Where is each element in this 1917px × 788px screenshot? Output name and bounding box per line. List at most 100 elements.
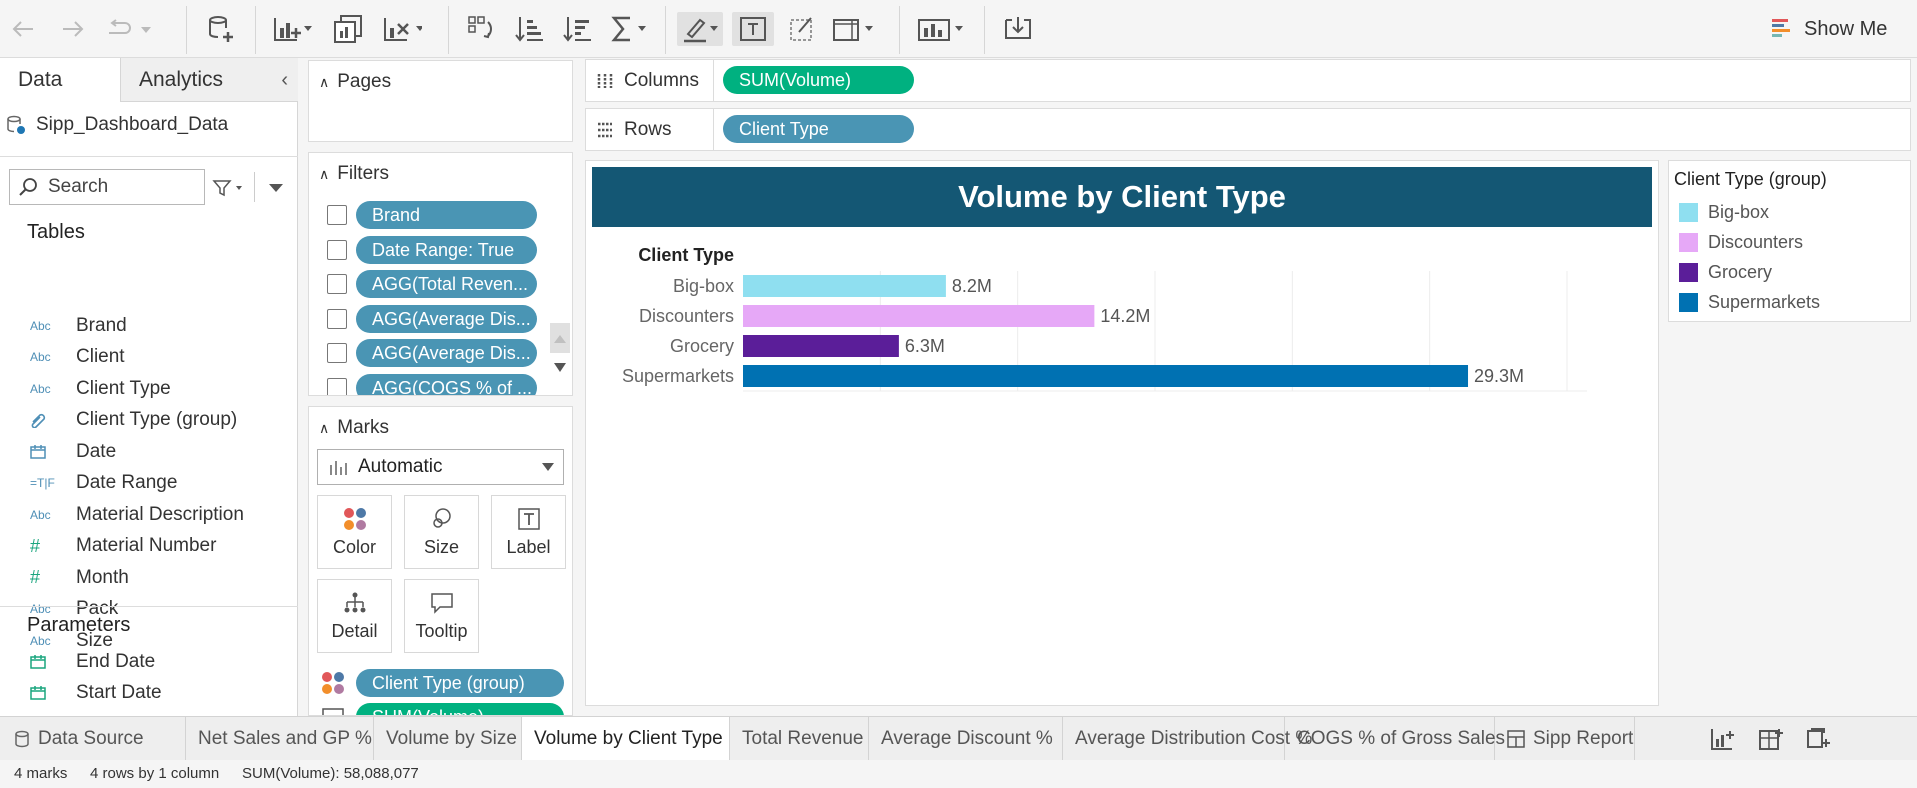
undo-icon[interactable] <box>10 12 36 46</box>
sort-ascending-icon[interactable] <box>514 12 546 46</box>
rows-pill[interactable]: Client Type <box>723 115 914 143</box>
filter-pill[interactable]: Brand <box>356 201 537 229</box>
bar-chart: Client Type Big-box 8.2M Discounters 14.2M Gr… <box>622 245 1587 392</box>
tooltip-button[interactable]: Tooltip <box>404 579 479 653</box>
field-brand[interactable]: Abc Brand <box>0 310 298 341</box>
highlight-icon[interactable] <box>677 12 723 46</box>
label-icon <box>517 508 540 530</box>
sheet-tab[interactable]: Average Discount % <box>869 717 1063 761</box>
field-client-type-group[interactable]: Client Type (group) <box>0 405 298 436</box>
replay-icon[interactable] <box>104 12 154 46</box>
legend-label: Supermarkets <box>1708 291 1821 312</box>
tab-analytics[interactable]: Analytics ‹ <box>120 58 298 102</box>
data-label: 8.2M <box>952 276 992 296</box>
filters-scrollbar-thumb[interactable] <box>550 323 570 353</box>
new-story-icon[interactable] <box>1806 727 1832 751</box>
parameter-start-date[interactable]: Start Date <box>0 677 298 708</box>
duplicate-sheet-icon[interactable] <box>332 12 364 46</box>
field-material-description[interactable]: Abc Material Description <box>0 499 298 530</box>
view-area[interactable]: Volume by Client Type Client Type Big-box… <box>585 160 1659 706</box>
parameter-end-date[interactable]: End Date <box>0 646 298 677</box>
legend-item[interactable]: Supermarkets <box>1679 291 1820 313</box>
show-me-button[interactable]: Show Me <box>1772 12 1892 46</box>
status-bar: 4 marks 4 rows by 1 column SUM(Volume): … <box>0 760 1917 788</box>
marks-card[interactable]: ∧ Marks Automatic Color Size Label Detail… <box>308 406 573 716</box>
tab-data-source[interactable]: Data Source <box>0 717 186 761</box>
field-client-type[interactable]: Abc Client Type <box>0 373 298 404</box>
bar[interactable] <box>743 305 1095 327</box>
field-month[interactable]: # Month <box>0 562 298 593</box>
columns-pill[interactable]: SUM(Volume) <box>723 66 914 94</box>
sheet-tab[interactable]: Volume by Size <box>374 717 522 761</box>
sheet-tab[interactable]: Average Distribution Cost % <box>1063 717 1312 761</box>
filter-fields-button[interactable] <box>212 174 246 202</box>
field-date[interactable]: Date <box>0 436 298 467</box>
search-input[interactable]: Search <box>9 169 205 205</box>
clear-sheet-icon[interactable] <box>382 12 422 46</box>
collapse-icon[interactable]: ∧ <box>319 74 329 91</box>
bar[interactable] <box>743 275 946 297</box>
legend-item[interactable]: Discounters <box>1679 231 1803 253</box>
legend-label: Grocery <box>1708 261 1773 282</box>
chart-title: Volume by Client Type <box>592 167 1652 227</box>
sheet-tab[interactable]: COGS % of Gross Sales <box>1285 717 1505 761</box>
filter-pill[interactable]: Date Range: True <box>356 235 537 264</box>
rows-shelf[interactable]: Rows Client Type <box>585 108 1911 151</box>
swap-rows-columns-icon[interactable] <box>466 12 496 46</box>
download-icon[interactable] <box>1003 12 1033 46</box>
fix-axes-icon[interactable] <box>787 12 817 46</box>
columns-shelf[interactable]: Columns SUM(Volume) <box>585 59 1911 102</box>
collapse-icon[interactable]: ∧ <box>319 420 329 437</box>
filter-pill[interactable]: AGG(COGS % of ... <box>356 373 537 395</box>
calendar-icon <box>0 654 76 669</box>
bar[interactable] <box>743 335 899 357</box>
filter-pill[interactable]: AGG(Total Reven... <box>356 270 537 298</box>
fit-view-icon[interactable] <box>831 12 877 46</box>
data-menu-dropdown[interactable] <box>264 174 288 202</box>
number-type-icon: # <box>30 567 41 587</box>
sheet-tab[interactable]: Volume by Client Type <box>522 717 730 761</box>
filter-icon <box>327 205 347 225</box>
marks-pill-color[interactable]: Client Type (group) <box>356 669 564 697</box>
collapse-icon[interactable]: ∧ <box>319 166 329 183</box>
size-button[interactable]: Size <box>404 495 479 569</box>
field-client[interactable]: Abc Client <box>0 342 298 373</box>
totals-icon[interactable] <box>608 12 648 46</box>
filter-pill[interactable]: AGG(Average Dis... <box>356 304 537 333</box>
new-worksheet-icon[interactable] <box>1710 727 1736 751</box>
bar[interactable] <box>743 365 1469 387</box>
sheet-tab[interactable]: Net Sales and GP % <box>186 717 374 761</box>
sort-descending-icon[interactable] <box>562 12 594 46</box>
color-legend[interactable]: Client Type (group) Big-box Discounters Gr… <box>1668 160 1911 322</box>
new-worksheet-icon[interactable] <box>272 12 312 46</box>
parameters-heading: Parameters <box>27 614 131 636</box>
tab-data[interactable]: Data <box>0 58 120 102</box>
string-type-icon: Abc <box>30 507 51 522</box>
show-me-label: Show Me <box>1804 17 1888 40</box>
pages-card[interactable]: ∧ Pages <box>308 60 573 142</box>
color-icon <box>343 508 366 530</box>
redo-icon[interactable] <box>60 12 86 46</box>
new-datasource-icon[interactable] <box>206 12 236 46</box>
new-dashboard-icon[interactable] <box>1758 727 1784 751</box>
field-material-number[interactable]: # Material Number <box>0 531 298 562</box>
datasource-row[interactable]: Sipp_Dashboard_Data <box>6 110 292 140</box>
group-icon <box>0 412 76 428</box>
legend-item[interactable]: Grocery <box>1679 261 1772 283</box>
sheet-tab[interactable]: Total Revenue <box>730 717 869 761</box>
collapse-pane-icon[interactable]: ‹ <box>281 58 288 102</box>
field-date-range[interactable]: =T|F Date Range <box>0 468 298 499</box>
marks-pill-label[interactable]: SUM(Volume) <box>356 703 564 715</box>
filter-pill[interactable]: AGG(Average Dis... <box>356 339 537 367</box>
string-type-icon: Abc <box>30 381 51 396</box>
detail-button[interactable]: Detail <box>317 579 392 653</box>
label-button[interactable]: Label <box>491 495 566 569</box>
legend-item[interactable]: Big-box <box>1679 201 1769 223</box>
presentation-mode-icon[interactable] <box>917 12 967 46</box>
sheet-tab[interactable]: Sipp Report <box>1495 717 1635 761</box>
show-mark-labels-icon[interactable] <box>732 12 774 46</box>
scroll-down-icon[interactable] <box>550 357 570 379</box>
filters-card[interactable]: ∧ Filters Brand Date Range: True AGG(Total … <box>308 152 573 396</box>
mark-type-dropdown[interactable]: Automatic <box>317 449 564 485</box>
color-button[interactable]: Color <box>317 495 392 569</box>
